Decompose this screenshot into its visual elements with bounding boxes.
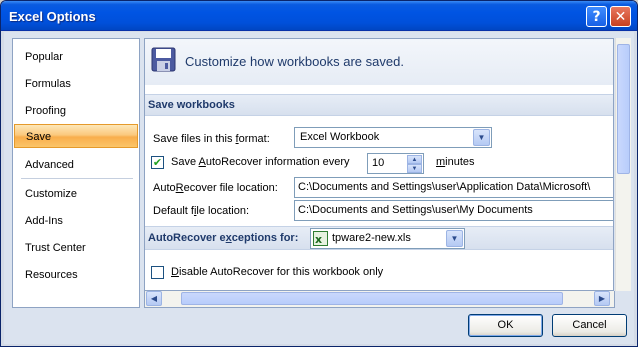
exceptions-workbook-value: tpware2-new.xls bbox=[332, 232, 411, 244]
chevron-down-icon[interactable]: ▼ bbox=[446, 230, 463, 247]
sidebar-item-label: Formulas bbox=[25, 78, 71, 90]
autorecover-location-label: AutoRecover file location: bbox=[153, 182, 278, 194]
sidebar-item-popular[interactable]: Popular bbox=[14, 45, 138, 69]
sidebar-item-label: Add-Ins bbox=[25, 215, 63, 227]
minutes-label: minutes bbox=[436, 156, 475, 168]
sidebar-item-trust-center[interactable]: Trust Center bbox=[14, 236, 138, 260]
sidebar-item-label: Proofing bbox=[25, 105, 66, 117]
autorecover-label: Save AutoRecover information every bbox=[171, 156, 350, 168]
section-save-workbooks: Save workbooks bbox=[145, 94, 613, 116]
disable-autorecover-label: Disable AutoRecover for this workbook on… bbox=[171, 266, 384, 278]
save-format-dropdown[interactable]: Excel Workbook ▼ bbox=[294, 127, 492, 148]
autorecover-checkbox[interactable]: ✔ bbox=[151, 156, 164, 169]
spinner-down-icon[interactable]: ▼ bbox=[407, 164, 422, 173]
sidebar-item-label: Save bbox=[26, 131, 52, 143]
exceptions-workbook-dropdown[interactable]: x tpware2-new.xls ▼ bbox=[310, 228, 465, 249]
scroll-right-icon[interactable]: ▶ bbox=[594, 291, 610, 306]
autorecover-location-field[interactable]: C:\Documents and Settings\user\Applicati… bbox=[294, 177, 613, 198]
sidebar-item-label: Customize bbox=[25, 188, 77, 200]
dialog-body: Popular Formulas Proofing Save Advanced … bbox=[4, 32, 634, 344]
vertical-scrollbar[interactable] bbox=[615, 38, 631, 291]
title-bar[interactable]: Excel Options ? ✕ bbox=[1, 1, 637, 31]
scrollbar-thumb[interactable] bbox=[617, 44, 630, 174]
save-format-label: Save files in this format: bbox=[153, 133, 270, 145]
default-location-label: Default file location: bbox=[153, 205, 250, 217]
sidebar-item-label: Resources bbox=[25, 269, 78, 281]
save-options-panel: Customize how workbooks are saved. Save … bbox=[144, 38, 614, 291]
category-sidebar: Popular Formulas Proofing Save Advanced … bbox=[12, 38, 140, 308]
help-icon[interactable]: ? bbox=[586, 6, 607, 27]
sidebar-divider bbox=[21, 178, 133, 179]
close-icon[interactable]: ✕ bbox=[610, 6, 631, 27]
sidebar-item-proofing[interactable]: Proofing bbox=[14, 99, 138, 123]
excel-options-dialog: Excel Options ? ✕ Popular Formulas Proof… bbox=[0, 0, 638, 347]
sidebar-item-advanced[interactable]: Advanced bbox=[14, 153, 138, 177]
sidebar-item-formulas[interactable]: Formulas bbox=[14, 72, 138, 96]
svg-text:x: x bbox=[315, 233, 322, 246]
ok-button[interactable]: OK bbox=[468, 314, 543, 337]
cancel-button[interactable]: Cancel bbox=[552, 314, 627, 337]
spinner-up-icon[interactable]: ▲ bbox=[407, 155, 422, 164]
scroll-left-icon[interactable]: ◀ bbox=[146, 291, 162, 306]
sidebar-item-label: Popular bbox=[25, 51, 63, 63]
default-location-field[interactable]: C:\Documents and Settings\user\My Docume… bbox=[294, 200, 613, 221]
chevron-down-icon[interactable]: ▼ bbox=[473, 129, 490, 146]
section-exceptions-label: AutoRecover exceptions for: bbox=[148, 232, 299, 244]
scrollbar-thumb[interactable] bbox=[181, 292, 563, 305]
panel-heading: Customize how workbooks are saved. bbox=[185, 54, 404, 69]
floppy-disk-icon bbox=[151, 47, 176, 72]
sidebar-item-resources[interactable]: Resources bbox=[14, 263, 138, 287]
excel-file-icon: x bbox=[313, 231, 328, 246]
checkmark-icon: ✔ bbox=[152, 157, 163, 169]
minutes-value: 10 bbox=[372, 157, 385, 169]
sidebar-item-add-ins[interactable]: Add-Ins bbox=[14, 209, 138, 233]
dialog-title: Excel Options bbox=[9, 9, 96, 24]
panel-header: Customize how workbooks are saved. bbox=[145, 39, 613, 85]
sidebar-item-label: Trust Center bbox=[25, 242, 86, 254]
sidebar-item-save[interactable]: Save bbox=[14, 124, 138, 148]
sidebar-item-label: Advanced bbox=[25, 159, 74, 171]
autorecover-minutes-spinner[interactable]: 10 ▲ ▼ bbox=[367, 153, 424, 174]
save-format-value: Excel Workbook bbox=[300, 131, 380, 143]
horizontal-scrollbar[interactable]: ◀ ▶ bbox=[144, 291, 615, 308]
disable-autorecover-checkbox[interactable] bbox=[151, 266, 164, 279]
sidebar-item-customize[interactable]: Customize bbox=[14, 182, 138, 206]
